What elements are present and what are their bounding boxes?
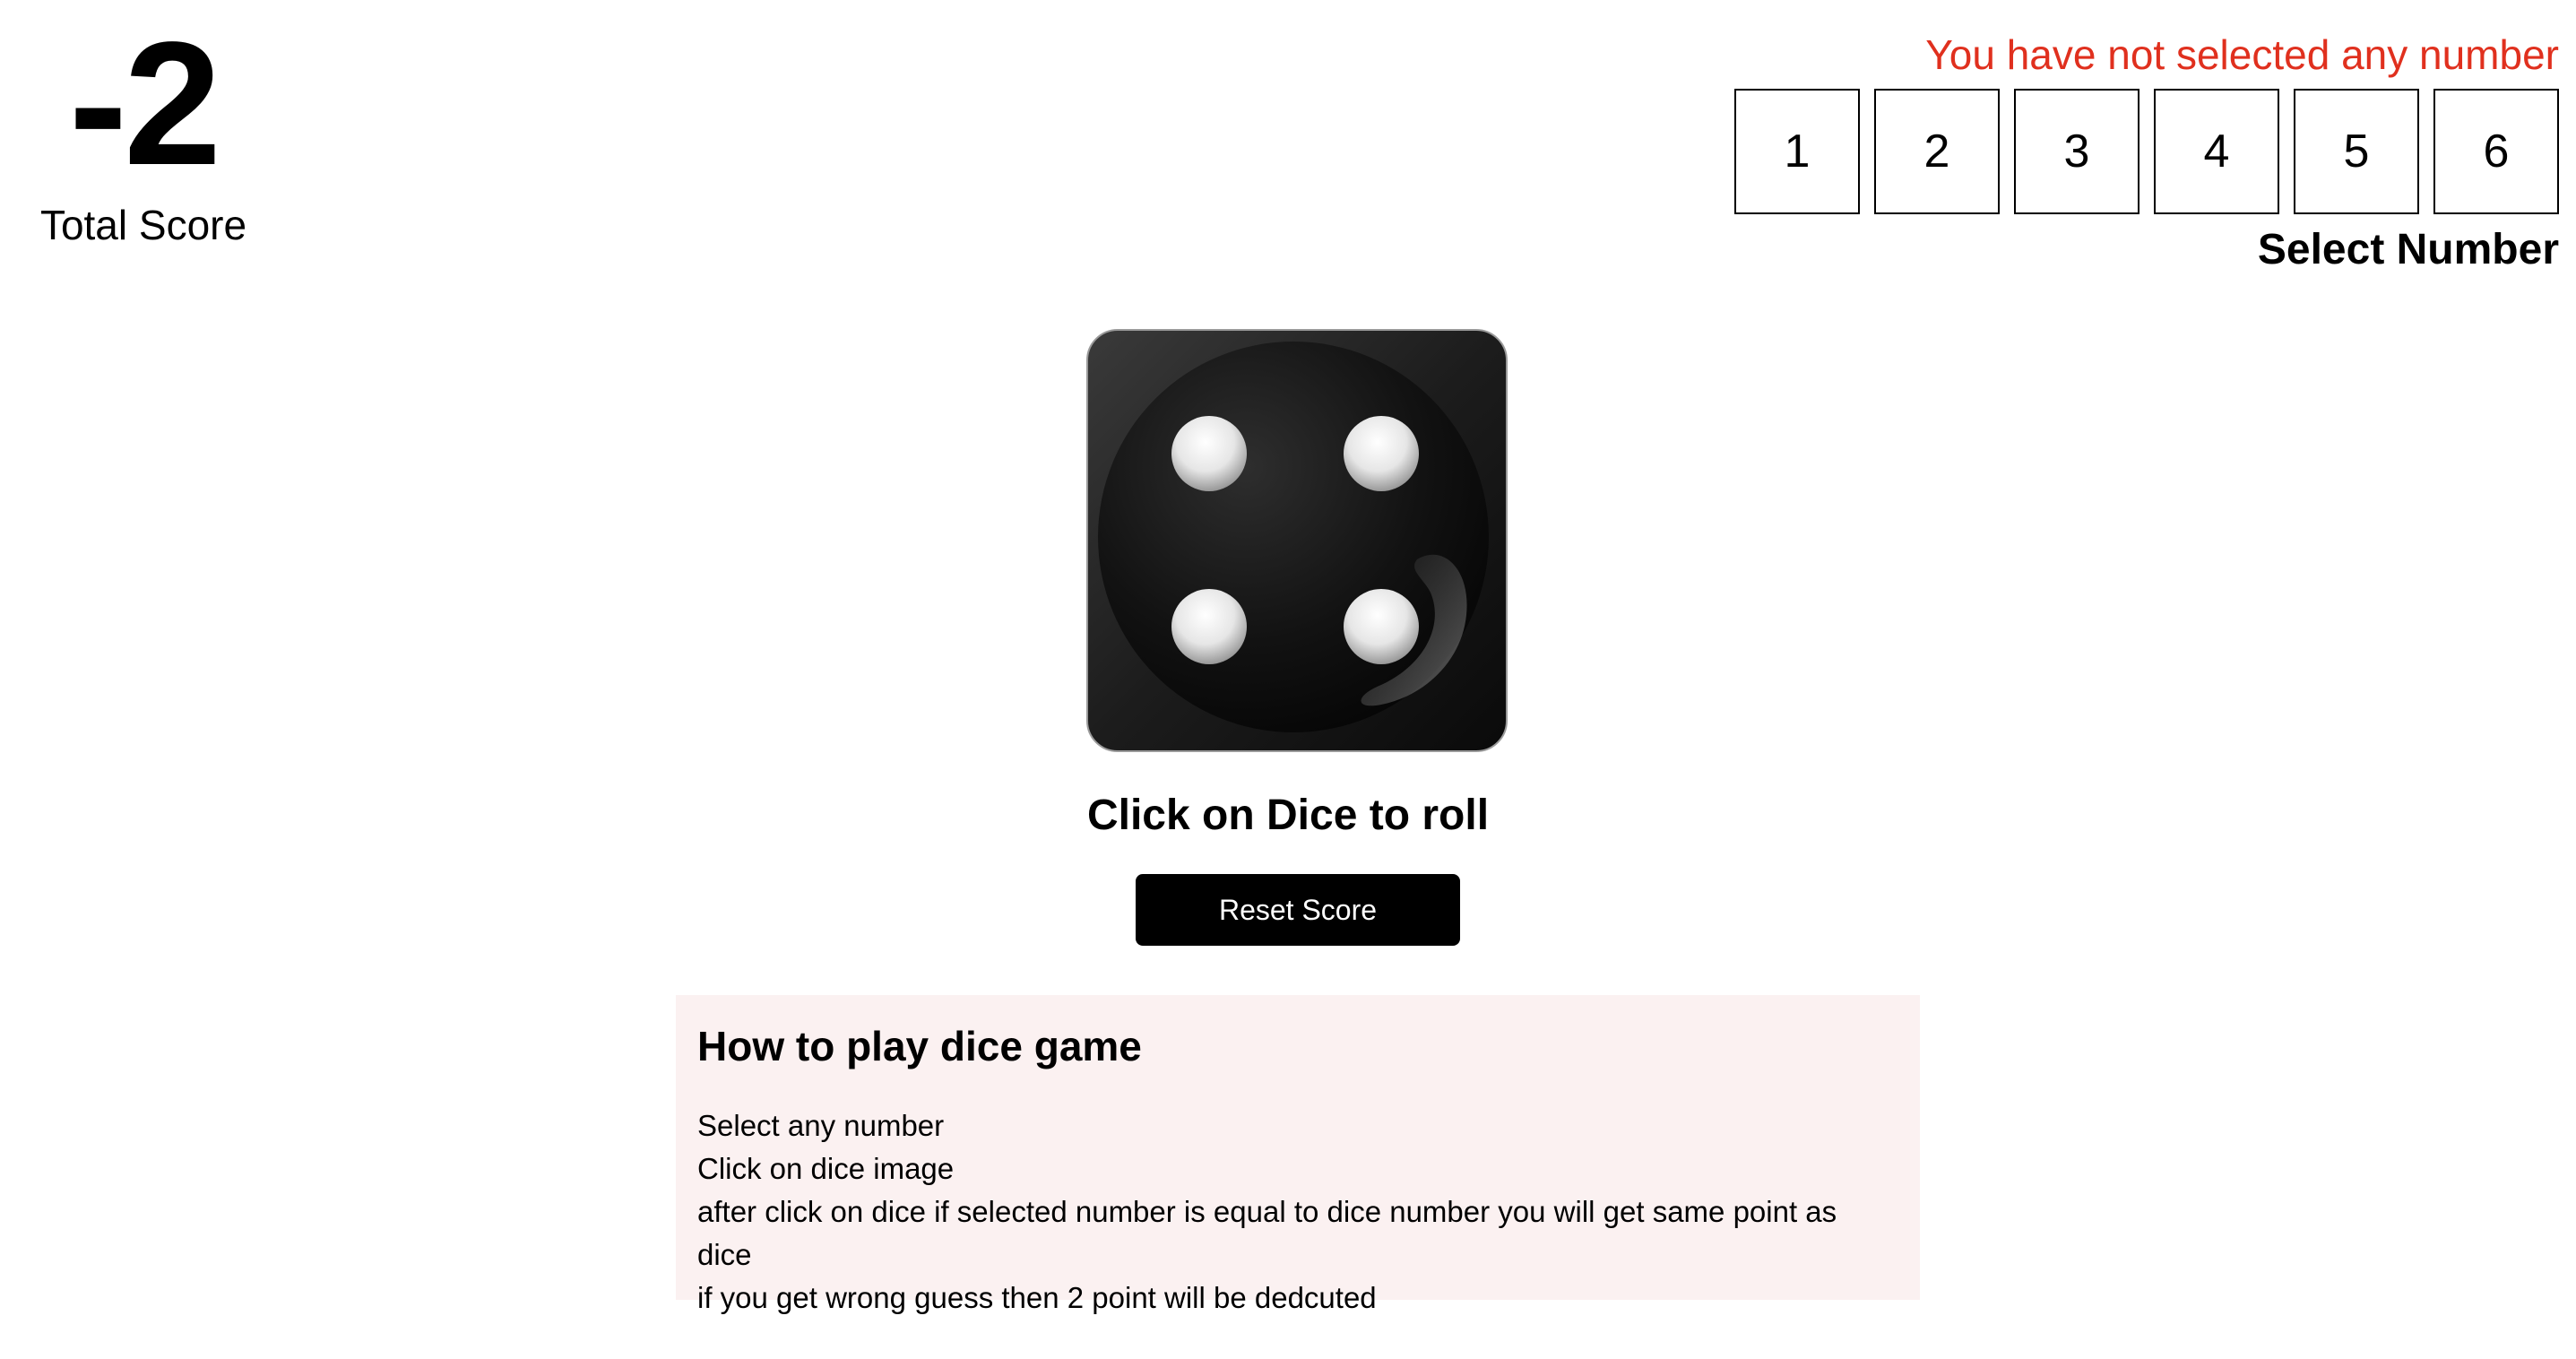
rules-line: if you get wrong guess then 2 point will… (697, 1281, 1377, 1314)
number-box-2[interactable]: 2 (1874, 88, 2000, 214)
selection-error-message: You have not selected any number (1925, 31, 2559, 78)
dice-four-icon[interactable] (1085, 328, 1508, 753)
number-box-5[interactable]: 5 (2294, 88, 2419, 214)
number-box-1[interactable]: 1 (1734, 88, 1860, 214)
select-number-title: Select Number (2257, 225, 2559, 273)
dice-game-page: -2 Total Score You have not selected any… (0, 0, 2576, 1359)
rules-line: Select any number (697, 1109, 945, 1142)
number-box-3[interactable]: 3 (2014, 88, 2139, 214)
rules-line: Click on dice image (697, 1152, 955, 1185)
total-score-value: -2 (68, 5, 221, 202)
rules-line: after click on dice if selected number i… (697, 1195, 1837, 1271)
number-box-row: 1 2 3 4 5 6 (1663, 88, 2559, 214)
number-selector: You have not selected any number 1 2 3 4… (1663, 32, 2559, 274)
number-box-6[interactable]: 6 (2433, 88, 2559, 214)
rules-title: How to play dice game (697, 1023, 1142, 1069)
rules-panel: How to play dice game Select any number … (676, 995, 1920, 1314)
number-box-4[interactable]: 4 (2154, 88, 2279, 214)
total-score-label: Total Score (39, 202, 247, 248)
reset-score-button[interactable]: Reset Score (1136, 874, 1460, 946)
total-score-block: -2 Total Score (36, 16, 251, 249)
roll-instruction: Click on Dice to roll (1086, 792, 1490, 839)
